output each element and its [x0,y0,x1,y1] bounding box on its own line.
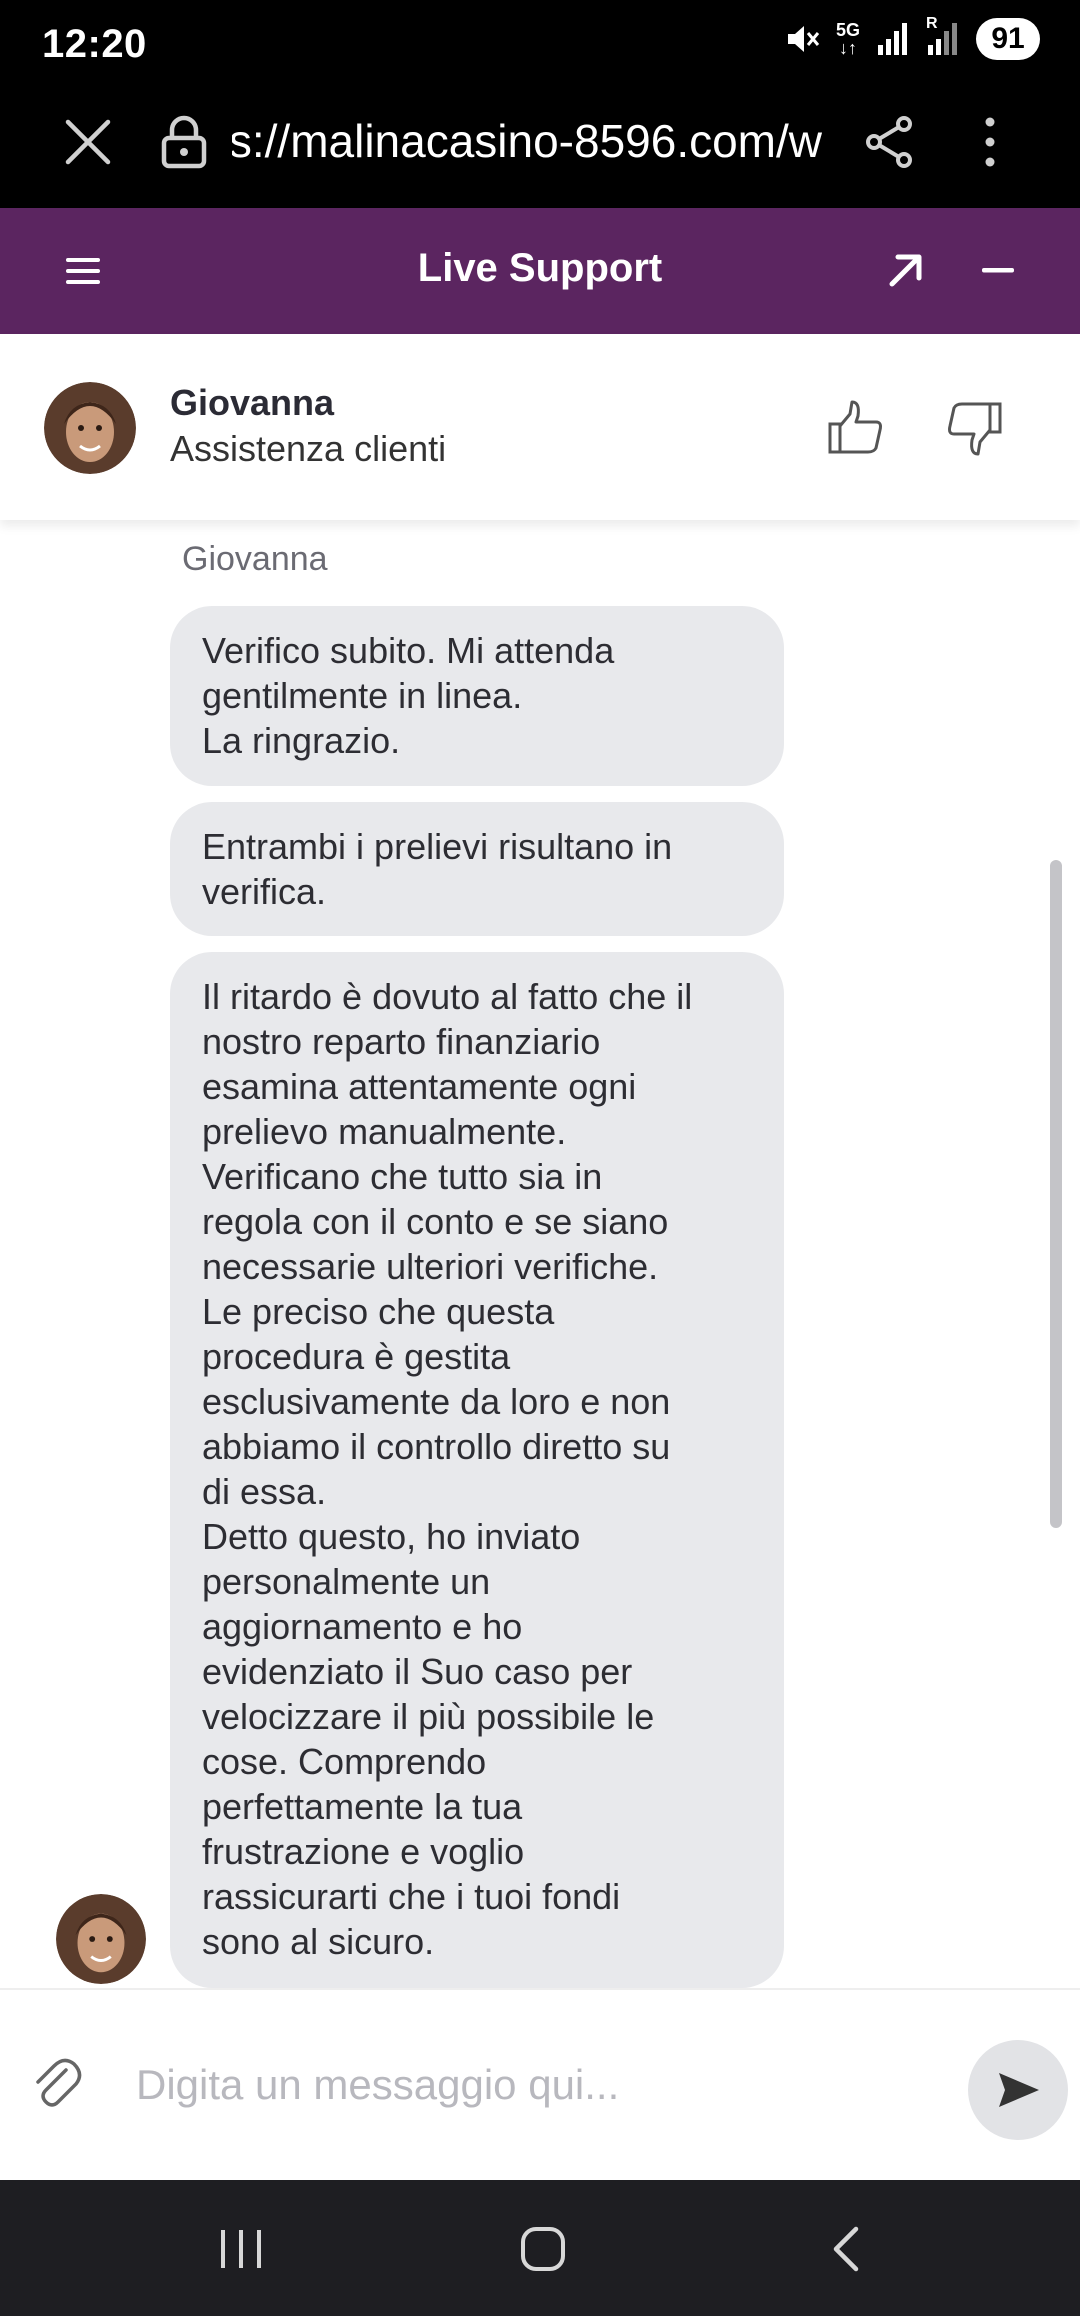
chat-header: Live Support [0,208,1080,334]
home-icon[interactable] [518,2224,568,2274]
paperclip-icon[interactable] [30,2052,82,2108]
share-icon[interactable] [862,114,918,170]
thumbs-down-icon[interactable] [944,398,1004,458]
lock-icon[interactable] [160,114,208,170]
agent-info-bar: Giovanna Assistenza clienti [0,334,1080,520]
signal-roaming-icon: R [926,15,960,57]
status-time: 12:20 [42,22,147,66]
network-label: 5G [835,20,860,40]
signal-icon [876,21,910,57]
battery-indicator: 91 [976,18,1040,60]
agent-name: Giovanna [170,382,335,423]
recent-apps-icon[interactable] [216,2226,266,2272]
agent-avatar [44,382,136,474]
status-bar: 12:20 5G ↓↑ R 91 [0,0,1080,74]
browser-toolbar: https://malinacasino-8596.com/w [0,74,1080,208]
system-nav-bar [0,2180,1080,2316]
agent-role: Assistenza clienti [170,428,447,469]
url-field[interactable]: https://malinacasino-8596.com/w [232,110,822,174]
send-icon[interactable] [968,2040,1068,2140]
roaming-label: R [926,15,938,32]
url-text: https://malinacasino-8596.com/w [232,115,822,167]
message-bubble: Entrambi i prelievi risultano in verific… [170,802,784,936]
back-icon[interactable] [826,2224,866,2274]
thumbs-up-icon[interactable] [826,398,886,458]
chat-scrollbar[interactable] [1050,860,1062,1528]
status-icons: 5G ↓↑ R 91 [784,15,1040,62]
close-icon[interactable] [60,114,116,170]
minimize-icon[interactable] [976,248,1020,292]
message-input[interactable] [136,2050,936,2120]
message-composer [0,1988,1080,2180]
expand-icon[interactable] [884,248,928,292]
sender-name: Giovanna [182,540,328,578]
mute-icon [784,21,820,57]
chat-messages[interactable]: Giovanna Verifico subito. Mi attenda gen… [0,520,1080,1988]
message-bubble: Verifico subito. Mi attenda gentilmente … [170,606,784,786]
message-bubble: Il ritardo è dovuto al fatto che il nost… [170,952,784,1988]
more-vertical-icon[interactable] [966,114,1014,170]
network-5g-icon: 5G ↓↑ [835,20,860,58]
message-avatar [56,1894,146,1984]
